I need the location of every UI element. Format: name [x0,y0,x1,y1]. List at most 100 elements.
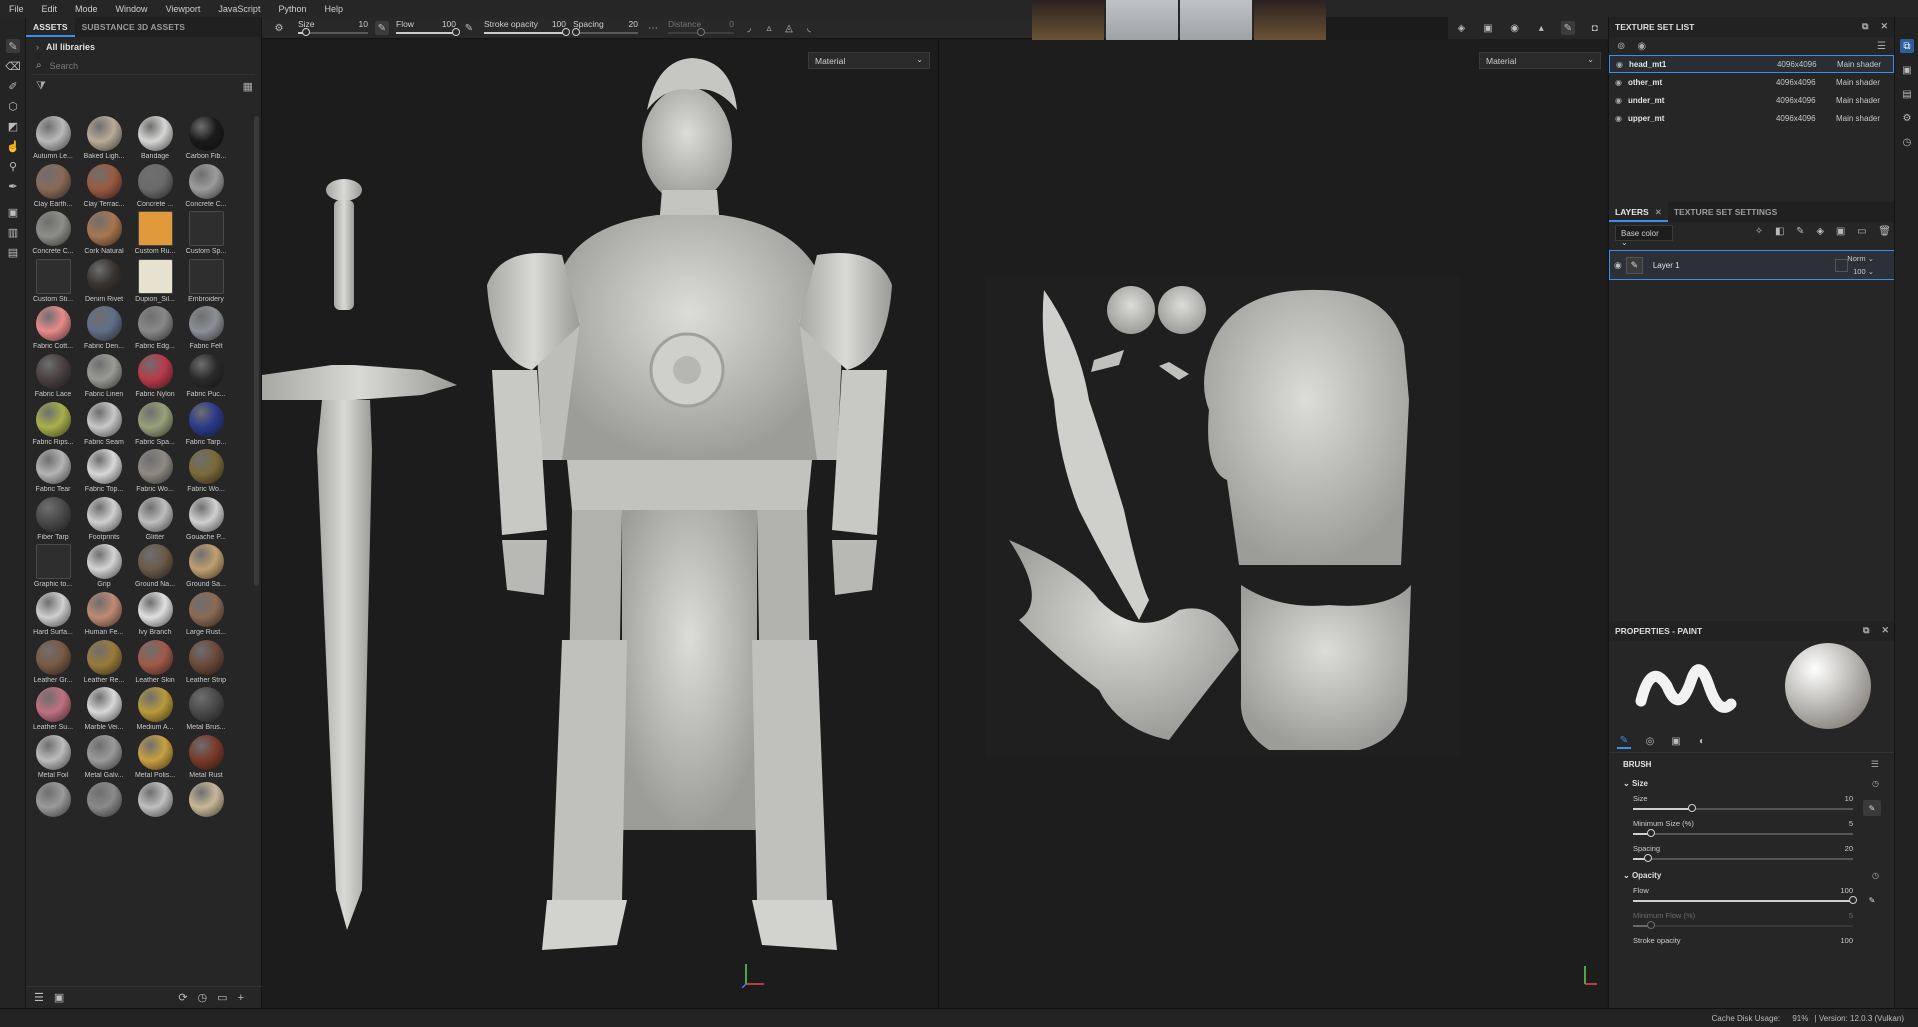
menu-viewport[interactable]: Viewport [157,4,210,14]
layer-item[interactable]: ◉ ✎ Layer 1 Norm ⌄ 100 ⌄ [1609,250,1895,280]
texture-set-row[interactable]: ◉ other_mt 4096x4096 Main shader [1609,73,1894,91]
reset-icon[interactable]: ◷ [1872,871,1879,880]
color-picker-icon[interactable]: ✒ [6,179,20,193]
viewport-2d-mode-dropdown[interactable]: Material ⌄ [1479,52,1601,69]
asset-item[interactable]: Ivy Branch [134,591,176,640]
asset-item[interactable]: Metal Rust [185,734,227,783]
spacing-slider[interactable]: Spacing 20 [1633,842,1869,867]
asset-item[interactable]: Metal Galv... [83,734,125,783]
asset-item[interactable]: Leather Skin [134,639,176,688]
menu-icon[interactable]: ☰ [1877,41,1886,52]
menu-file[interactable]: File [0,4,33,14]
clone-tool-icon[interactable]: ⚲ [6,159,20,173]
menu-python[interactable]: Python [269,4,315,14]
min-size-slider[interactable]: Minimum Size (%) 5 [1633,817,1869,842]
brush-size-slider[interactable]: Size 10 ✎ [1633,792,1881,817]
asset-item[interactable]: Human Fe... [83,591,125,640]
tab-layers[interactable]: LAYERS ✕ [1609,202,1668,222]
asset-item[interactable]: Fabric Nylon [134,353,176,402]
pen-pressure-icon[interactable]: ✎ [375,21,389,35]
mirror-icon[interactable]: ▵ [762,21,776,35]
channel-dropdown[interactable]: Base color ⌄ [1615,225,1673,247]
texture-set-row[interactable]: ◉ head_mt1 4096x4096 Main shader [1609,55,1894,73]
tab-texture-set-settings[interactable]: TEXTURE SET SETTINGS [1668,202,1783,222]
asset-item[interactable]: Grip [83,544,125,592]
size-slider[interactable]: Size 10 [298,17,368,39]
effects-icon[interactable]: ✧ [1755,226,1763,237]
symmetry-icon[interactable]: ◞ [742,21,756,35]
layer-opacity[interactable]: 100 ⌄ [1853,267,1874,276]
asset-item[interactable]: Metal Brus... [185,687,227,735]
asset-item[interactable]: Metal Polis... [134,734,176,783]
asset-item[interactable]: Fabric Den... [83,306,125,354]
asset-item[interactable]: Clay Terrac... [83,163,125,212]
asset-item[interactable]: Fabric Edg... [134,306,176,354]
blend-mode[interactable]: Norm ⌄ [1847,254,1874,263]
asset-item[interactable]: Fabric Tarp... [185,401,227,450]
asset-item[interactable]: Denim Rivet [83,258,125,307]
asset-item[interactable]: Baked Ligh... [83,116,125,164]
assets-scrollbar[interactable] [254,116,259,586]
save-tool-icon[interactable]: ▤ [6,245,20,259]
asset-item[interactable] [134,782,176,830]
asset-item[interactable] [83,782,125,830]
stencil-tab-icon[interactable]: ▣ [1669,735,1683,749]
undock-icon[interactable]: ⧉ [1862,21,1868,31]
lazy-mouse-icon[interactable]: ⋯ [646,21,660,35]
visibility-toggle-icon[interactable]: ⊚ [1617,41,1625,52]
smudge-tool-icon[interactable]: ☝ [6,139,20,153]
thumbnail-image[interactable] [1180,0,1252,40]
asset-item[interactable]: Custom Sp... [185,211,227,259]
asset-item[interactable]: Fabric Wo... [185,449,227,497]
camera-icon[interactable]: ◉ [1508,21,1522,35]
menu-mode[interactable]: Mode [66,4,107,14]
eye-icon[interactable]: ◉ [1615,114,1622,123]
layers-panel-icon[interactable]: ⧉ [1900,39,1914,53]
menu-edit[interactable]: Edit [33,4,67,14]
asset-item[interactable]: Leather Re... [83,639,125,688]
asset-item[interactable]: Fabric Puc... [185,353,227,402]
opacity-section[interactable]: ⌄ Opacity ◷ [1609,867,1895,884]
asset-item[interactable]: Fabric Linen [83,353,125,402]
asset-item[interactable]: Custom Sti... [32,258,74,307]
asset-item[interactable]: Leather Su... [32,687,74,735]
asset-item[interactable]: Concrete C... [32,211,74,259]
asset-item[interactable]: Fabric Seam [83,401,125,450]
asset-item[interactable]: Autumn Le... [32,116,74,164]
delete-icon[interactable]: 🗑 [1878,226,1891,237]
brush-settings-icon[interactable]: ⚙ [272,21,286,35]
eye-icon[interactable]: ◉ [1637,41,1646,52]
stroke-opacity-slider[interactable]: Stroke opacity 100 [1633,934,1869,946]
asset-item[interactable]: Glitter [134,496,176,545]
presets-icon[interactable]: ☰ [1871,759,1879,770]
asset-item[interactable]: Graphic to... [32,544,74,592]
paint-mode-icon[interactable]: ✎ [1560,21,1575,35]
asset-item[interactable]: Clay Earth... [32,163,74,212]
asset-item[interactable]: Large Rust... [185,591,227,640]
asset-item[interactable]: Hard Surfa... [32,591,74,640]
library-selector[interactable]: › All libraries [26,37,261,57]
add-icon[interactable]: + [238,992,244,1004]
paint-brush-tool-icon[interactable]: ✎ [6,39,20,53]
save-icon[interactable]: ▣ [54,991,64,1004]
size-section[interactable]: ⌄ Size ◷ [1609,775,1895,792]
pen-pressure-icon[interactable]: ✎ [1863,800,1881,816]
asset-item[interactable]: Fabric Cott... [32,306,74,354]
screenshot-icon[interactable]: ◘ [1588,21,1602,35]
add-layer-icon[interactable]: ▣ [1836,226,1845,237]
asset-item[interactable]: Ground Sa... [185,544,227,592]
asset-item[interactable]: Fabric Wo... [134,449,176,497]
menu-help[interactable]: Help [315,4,352,14]
asset-item[interactable]: Metal Foil [32,734,74,783]
grid-view-icon[interactable]: ▦ [243,80,253,93]
geometry-fill-icon[interactable]: ⬡ [6,99,20,113]
list-options-icon[interactable]: ☰ [34,991,44,1004]
refresh-icon[interactable]: ⟳ [178,991,187,1004]
projection-tool-icon[interactable]: ✐ [6,79,20,93]
display-settings-icon[interactable]: ▣ [1900,63,1914,77]
texture-set-row[interactable]: ◉ upper_mt 4096x4096 Main shader [1609,109,1894,127]
filter-icon[interactable]: ⧩ [36,80,46,93]
cube-icon[interactable]: ◈ [1454,21,1468,35]
asset-item[interactable]: Footprints [83,496,125,545]
settings-icon[interactable]: ⚙ [1900,111,1914,125]
